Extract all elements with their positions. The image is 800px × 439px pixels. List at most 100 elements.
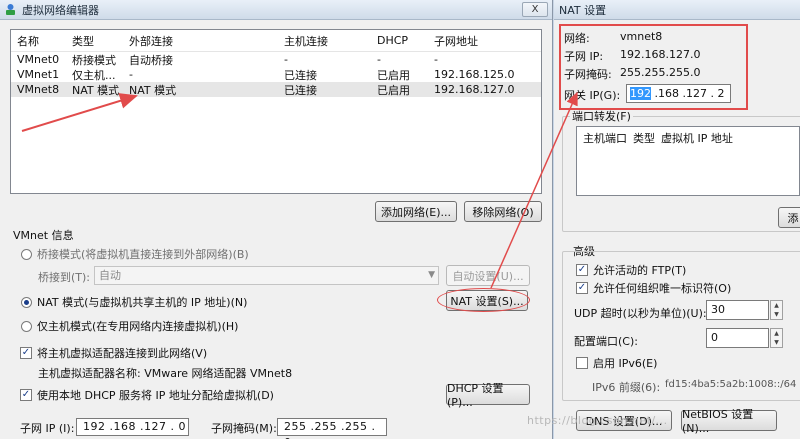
- cell: 已连接: [284, 68, 317, 82]
- network-app-icon: [6, 4, 15, 15]
- bridge-mode-label: 桥接模式(将虚拟机直接连接到外部网络)(B): [37, 248, 249, 261]
- ipv6-prefix-label: IPv6 前缀(6):: [592, 381, 661, 394]
- add-port-button[interactable]: 添: [778, 207, 800, 228]
- use-dhcp-label: 使用本地 DHCP 服务将 IP 地址分配给虚拟机(D): [37, 389, 274, 402]
- connect-adapter-checkbox[interactable]: ✓ 将主机虚拟适配器连接到此网络(V): [20, 345, 207, 361]
- netbios-settings-button[interactable]: NetBIOS 设置(N)...: [681, 408, 777, 435]
- radio-dot: [21, 296, 32, 308]
- nat-subnet-mask-value: 255.255.255.0: [620, 66, 701, 79]
- subnet-ip-input[interactable]: 192 .168 .127 . 0: [76, 418, 189, 436]
- enable-ipv6-checkbox[interactable]: 启用 IPv6(E): [576, 355, 657, 371]
- nat-settings-window: NAT 设置 网络: vmnet8 子网 IP: 192.168.127.0 子…: [554, 0, 800, 439]
- nat-title-bar: NAT 设置: [554, 0, 800, 20]
- bridge-mode-radio[interactable]: 桥接模式(将虚拟机直接连接到外部网络)(B): [21, 246, 249, 262]
- cell: -: [377, 53, 381, 66]
- bridge-to-label: 桥接到(T):: [38, 271, 91, 284]
- title-bar: 虚拟网络编辑器 X: [0, 0, 552, 20]
- allow-ftp-checkbox[interactable]: ✓ 允许活动的 FTP(T): [576, 262, 686, 278]
- network-value: vmnet8: [620, 30, 663, 43]
- network-row-vmnet1[interactable]: VMnet1 仅主机... - 已连接 已启用 192.168.125.0: [11, 67, 541, 82]
- cell: 192.168.125.0: [434, 68, 515, 81]
- cell: 已连接: [284, 83, 317, 97]
- vmnet-info-label: VMnet 信息: [13, 229, 74, 242]
- close-button[interactable]: X: [522, 2, 548, 17]
- cell: -: [129, 68, 133, 81]
- auto-settings-button[interactable]: 自动设置(U)...: [446, 265, 530, 286]
- connect-adapter-label: 将主机虚拟适配器连接到此网络(V): [37, 347, 208, 360]
- udp-timeout-input[interactable]: 30: [706, 300, 769, 320]
- column-header[interactable]: 外部连接: [123, 33, 278, 49]
- column-header[interactable]: DHCP: [371, 34, 428, 47]
- cell: 桥接模式: [72, 53, 116, 67]
- column-header[interactable]: 名称: [11, 33, 66, 49]
- chevron-down-icon: ▼: [428, 270, 435, 280]
- radio-dot: [21, 248, 32, 260]
- checkbox-box: [576, 357, 588, 369]
- allow-oui-checkbox[interactable]: ✓ 允许任何组织唯一标识符(O): [576, 280, 731, 296]
- column-header[interactable]: 虚拟机 IP 地址: [655, 130, 733, 146]
- port-forwarding-list[interactable]: 主机端口 类型 虚拟机 IP 地址: [576, 126, 800, 196]
- remove-network-button[interactable]: 移除网络(O): [464, 201, 542, 222]
- virtual-network-editor-window: 虚拟网络编辑器 X 名称 类型 外部连接 主机连接 DHCP 子网地址 VMne…: [0, 0, 553, 439]
- cell: -: [284, 53, 288, 66]
- config-port-spinner[interactable]: ▲ ▼: [770, 328, 783, 348]
- nat-mode-radio[interactable]: NAT 模式(与虚拟机共享主机的 IP 地址)(N): [21, 294, 247, 310]
- nat-subnet-ip-label: 子网 IP:: [564, 50, 604, 63]
- radio-dot: [21, 320, 32, 332]
- cell: 192.168.127.0: [434, 83, 515, 96]
- network-label: 网络:: [564, 32, 590, 45]
- config-port-input[interactable]: 0: [706, 328, 769, 348]
- checkmark-icon: ✓: [20, 347, 32, 359]
- nat-settings-button[interactable]: NAT 设置(S)...: [446, 290, 528, 311]
- enable-ipv6-label: 启用 IPv6(E): [593, 357, 658, 370]
- watermark-text: https://blog.csdn.net/...: [527, 414, 668, 427]
- network-list-header: 名称 类型 外部连接 主机连接 DHCP 子网地址: [11, 30, 541, 52]
- cell: 已启用: [377, 68, 410, 82]
- ipv6-prefix-value: fd15:4ba5:5a2b:1008::/64: [665, 379, 797, 390]
- nat-subnet-mask-label: 子网掩码:: [564, 68, 612, 81]
- gateway-selected-text: 192: [630, 87, 651, 100]
- checkmark-icon: ✓: [576, 282, 588, 294]
- dhcp-settings-button[interactable]: DHCP 设置(P)...: [446, 382, 530, 409]
- column-header[interactable]: 主机端口: [577, 130, 627, 146]
- config-port-label: 配置端口(C):: [574, 335, 638, 348]
- network-row-vmnet0[interactable]: VMnet0 桥接模式 自动桥接 - - -: [11, 52, 541, 67]
- column-header[interactable]: 主机连接: [278, 33, 371, 49]
- allow-ftp-label: 允许活动的 FTP(T): [593, 264, 687, 277]
- port-forwarding-title: 端口转发(F): [570, 108, 633, 124]
- gateway-label: 网关 IP(G):: [564, 89, 621, 102]
- add-network-button[interactable]: 添加网络(E)...: [375, 201, 457, 222]
- network-row-vmnet8[interactable]: VMnet8 NAT 模式 NAT 模式 已连接 已启用 192.168.127…: [11, 82, 541, 97]
- allow-oui-label: 允许任何组织唯一标识符(O): [593, 282, 732, 295]
- cell: VMnet8: [17, 83, 60, 96]
- nat-window-title: NAT 设置: [559, 3, 607, 17]
- network-list[interactable]: 名称 类型 外部连接 主机连接 DHCP 子网地址 VMnet0 桥接模式 自动…: [10, 29, 542, 194]
- host-only-radio[interactable]: 仅主机模式(在专用网络内连接虚拟机)(H): [21, 318, 238, 334]
- port-list-header: 主机端口 类型 虚拟机 IP 地址: [577, 127, 799, 149]
- cell: VMnet1: [17, 68, 60, 81]
- adapter-name-text: 主机虚拟适配器名称: VMware 网络适配器 VMnet8: [38, 367, 293, 380]
- bridge-to-select[interactable]: 自动 ▼: [94, 266, 439, 285]
- use-dhcp-checkbox[interactable]: ✓ 使用本地 DHCP 服务将 IP 地址分配给虚拟机(D): [20, 387, 274, 403]
- subnet-mask-input[interactable]: 255 .255 .255 . 0: [277, 418, 387, 439]
- checkmark-icon: ✓: [20, 389, 32, 401]
- cell: NAT 模式: [72, 83, 120, 97]
- nat-subnet-ip-value: 192.168.127.0: [620, 48, 701, 61]
- cell: 自动桥接: [129, 53, 173, 67]
- cell: VMnet0: [17, 53, 60, 66]
- column-header[interactable]: 子网地址: [428, 33, 538, 49]
- column-header[interactable]: 类型: [66, 33, 123, 49]
- bridge-to-value: 自动: [99, 269, 121, 282]
- subnet-mask-label: 子网掩码(M):: [211, 422, 277, 435]
- udp-timeout-spinner[interactable]: ▲ ▼: [770, 300, 783, 320]
- window-title: 虚拟网络编辑器: [22, 3, 99, 17]
- gateway-rest-text: .168 .127 . 2: [651, 87, 725, 100]
- gateway-ip-input[interactable]: 192 .168 .127 . 2: [626, 84, 731, 103]
- column-header[interactable]: 类型: [627, 130, 655, 146]
- cell: NAT 模式: [129, 83, 177, 97]
- cell: 仅主机...: [72, 68, 116, 82]
- udp-timeout-label: UDP 超时(以秒为单位)(U):: [574, 307, 707, 320]
- checkmark-icon: ✓: [576, 264, 588, 276]
- cell: -: [434, 53, 438, 66]
- nat-mode-label: NAT 模式(与虚拟机共享主机的 IP 地址)(N): [37, 296, 248, 309]
